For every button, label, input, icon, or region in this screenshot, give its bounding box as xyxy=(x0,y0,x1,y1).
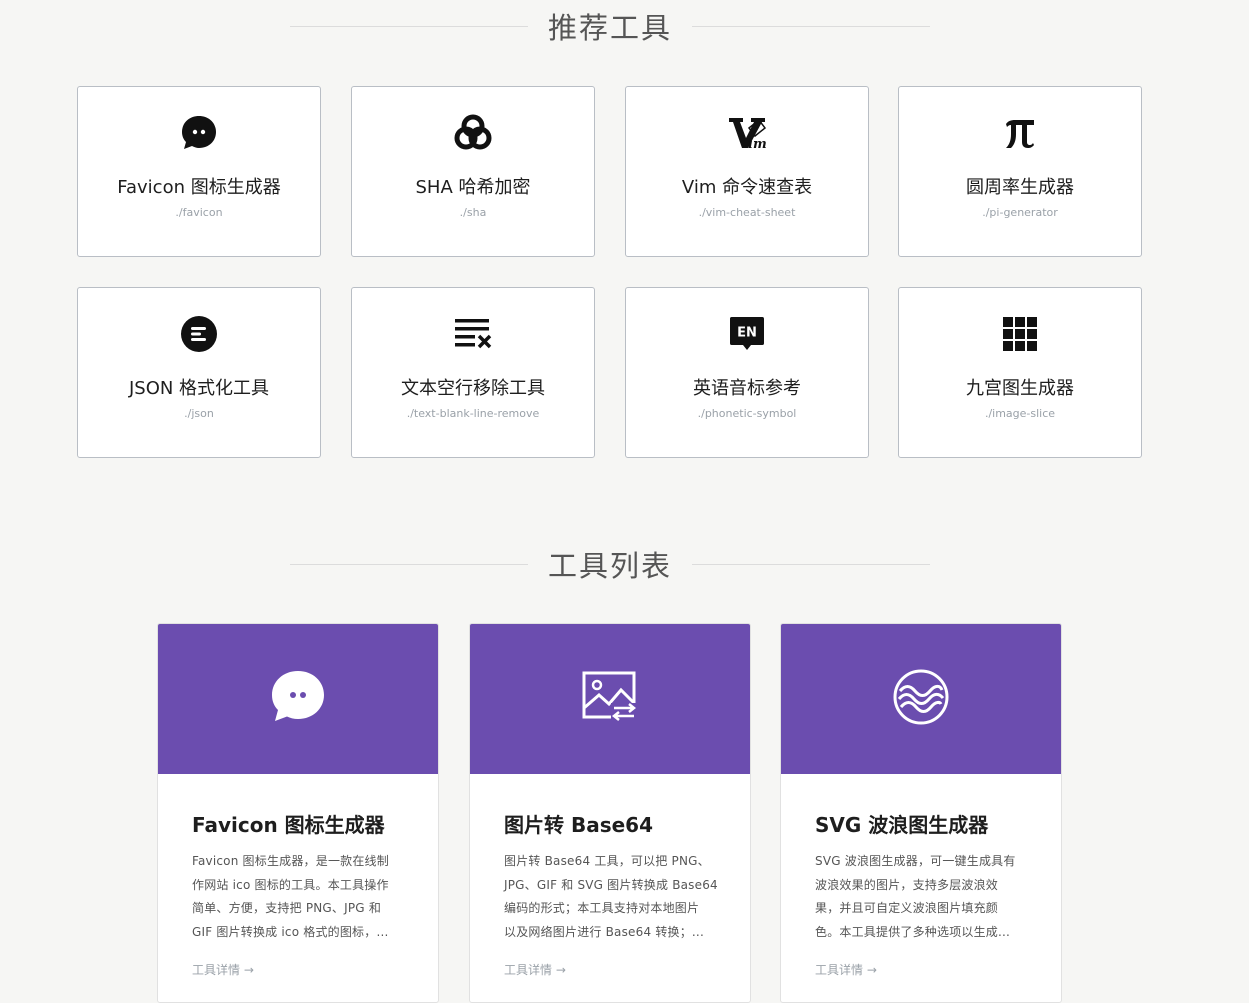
rec-card-title: 英语音标参考 xyxy=(693,378,801,399)
heading-divider-left xyxy=(290,563,528,565)
tool-card-banner xyxy=(470,624,750,774)
vim-logo-icon: im xyxy=(626,114,868,152)
tool-details-link[interactable]: 工具详情 → xyxy=(192,961,254,978)
rec-card-title: JSON 格式化工具 xyxy=(128,378,270,399)
tool-card-banner xyxy=(781,624,1061,774)
rec-card-sha[interactable]: SHA 哈希加密 ./sha xyxy=(351,86,595,257)
tool-card-banner xyxy=(158,624,438,774)
chat-bubble-icon xyxy=(78,114,320,152)
wave-circle-icon xyxy=(892,668,950,730)
format-lines-icon xyxy=(78,315,320,353)
rec-card-vim[interactable]: im Vim 命令速查表 ./vim-cheat-sheet xyxy=(625,86,869,257)
rec-card-path: ./text-blank-line-remove xyxy=(406,407,540,420)
rec-card-image-slice[interactable]: 九宫图生成器 ./image-slice xyxy=(898,287,1142,458)
rec-card-json[interactable]: JSON 格式化工具 ./json xyxy=(77,287,321,458)
tool-card-favicon[interactable]: Favicon 图标生成器 Favicon 图标生成器，是一款在线制 作网站 i… xyxy=(157,623,439,1003)
image-convert-icon xyxy=(581,670,639,728)
rec-card-title: 文本空行移除工具 xyxy=(401,378,545,399)
tool-card-title: SVG 波浪图生成器 xyxy=(815,813,989,837)
rec-card-favicon[interactable]: Favicon 图标生成器 ./favicon xyxy=(77,86,321,257)
text-remove-icon xyxy=(352,315,594,353)
pi-icon xyxy=(899,114,1141,152)
recommended-heading-text: 推荐工具 xyxy=(548,11,673,45)
en-badge-icon: EN xyxy=(626,315,868,353)
tool-list-heading-text: 工具列表 xyxy=(548,549,673,583)
rec-card-phonetic[interactable]: EN 英语音标参考 ./phonetic-symbol xyxy=(625,287,869,458)
rec-card-path: ./favicon xyxy=(175,206,223,219)
rec-card-path: ./pi-generator xyxy=(982,206,1058,219)
tool-card-svg-wave[interactable]: SVG 波浪图生成器 SVG 波浪图生成器，可一键生成具有 波浪效果的图片，支持… xyxy=(780,623,1062,1003)
svg-text:EN: EN xyxy=(737,326,757,341)
grid-icon xyxy=(899,315,1141,353)
rec-card-text-remove[interactable]: 文本空行移除工具 ./text-blank-line-remove xyxy=(351,287,595,458)
rec-card-title: 圆周率生成器 xyxy=(966,177,1074,198)
tool-card-image-base64[interactable]: 图片转 Base64 图片转 Base64 工具，可以把 PNG、 JPG、GI… xyxy=(469,623,751,1003)
chat-bubble-icon xyxy=(269,668,327,730)
tool-card-title: Favicon 图标生成器 xyxy=(192,813,385,837)
rec-card-title: SHA 哈希加密 xyxy=(415,177,531,198)
rec-card-pi[interactable]: 圆周率生成器 ./pi-generator xyxy=(898,86,1142,257)
rec-card-title: Vim 命令速查表 xyxy=(681,177,813,198)
tool-card-description: Favicon 图标生成器，是一款在线制 作网站 ico 图标的工具。本工具操作… xyxy=(192,854,389,939)
tool-card-description: SVG 波浪图生成器，可一键生成具有 波浪效果的图片，支持多层波浪效 果，并且可… xyxy=(815,854,1016,939)
rec-card-path: ./phonetic-symbol xyxy=(697,407,797,420)
rec-card-title: 九宫图生成器 xyxy=(966,378,1074,399)
tool-card-title: 图片转 Base64 xyxy=(504,813,654,837)
rec-card-title: Favicon 图标生成器 xyxy=(117,177,281,198)
rec-card-path: ./json xyxy=(184,407,214,420)
svg-text:im: im xyxy=(748,137,767,152)
tool-details-link[interactable]: 工具详情 → xyxy=(504,961,566,978)
recommended-heading: 推荐工具 xyxy=(290,6,931,46)
rec-card-path: ./image-slice xyxy=(984,407,1056,420)
tool-list-heading: 工具列表 xyxy=(290,544,931,584)
heading-divider-right xyxy=(692,563,931,565)
tool-card-description: 图片转 Base64 工具，可以把 PNG、 JPG、GIF 和 SVG 图片转… xyxy=(504,854,718,939)
rec-card-path: ./sha xyxy=(459,206,487,219)
tool-details-link[interactable]: 工具详情 → xyxy=(815,961,877,978)
heading-divider-right xyxy=(692,25,931,27)
rec-card-path: ./vim-cheat-sheet xyxy=(698,206,796,219)
heading-divider-left xyxy=(290,25,528,27)
sha-swirl-icon xyxy=(352,114,594,152)
